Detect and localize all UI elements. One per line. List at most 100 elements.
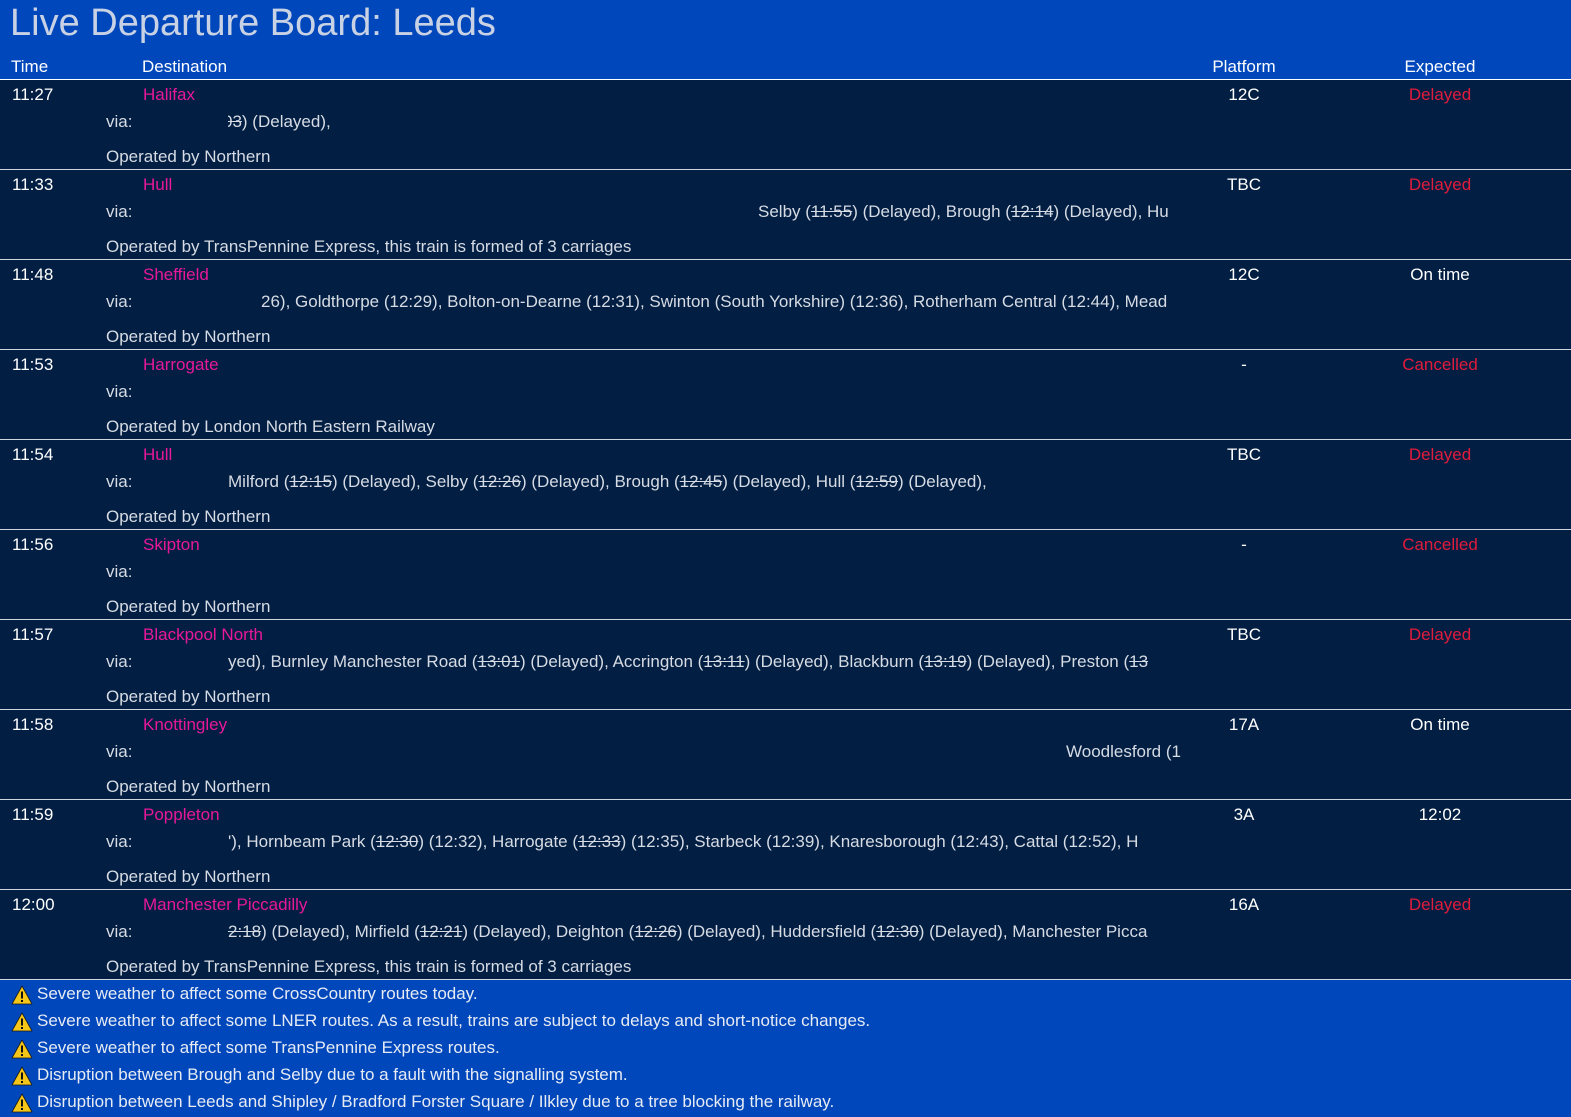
- via-label: via:: [106, 562, 133, 581]
- calling-point-text: Milford (: [228, 472, 290, 491]
- via-ticker: Woodlesford (1: [228, 741, 1190, 763]
- via-ticker: '), Hornbeam Park (12:30) (12:32), Harro…: [228, 831, 1190, 853]
- destination-name: Skipton: [143, 535, 200, 554]
- operator-info: Operated by Northern: [106, 147, 271, 166]
- calling-point-text: ) (Delayed), Accrington (: [520, 652, 704, 671]
- column-header-platform: Platform: [1212, 57, 1276, 76]
- destination-name: Halifax: [143, 85, 195, 104]
- calling-point-text: ) (12:32), Harrogate (: [418, 832, 579, 851]
- calling-points: yed), Burnley Manchester Road (13:01) (D…: [228, 651, 1148, 673]
- platform-number: 3A: [1233, 805, 1255, 824]
- original-time-struck: 12:30: [876, 922, 919, 941]
- platform-number: -: [1241, 355, 1247, 374]
- original-time-struck: 12:26: [478, 472, 521, 491]
- original-time-struck: 13:19: [924, 652, 967, 671]
- original-time-struck: 12:26: [634, 922, 677, 941]
- platform-number: TBC: [1227, 175, 1261, 194]
- calling-points: 26), Goldthorpe (12:29), Bolton-on-Dearn…: [261, 291, 1167, 313]
- calling-point-text: Selby (: [758, 202, 811, 221]
- platform-number: 12C: [1228, 85, 1260, 104]
- calling-point-text: ) (Delayed), Mirfield (: [261, 922, 420, 941]
- alert-text: Disruption between Leeds and Shipley / B…: [37, 1092, 835, 1111]
- destination-name: Knottingley: [143, 715, 228, 734]
- expected-status: On time: [1410, 715, 1470, 734]
- column-header-destination: Destination: [142, 57, 228, 76]
- original-time-struck: 13: [1129, 652, 1149, 671]
- calling-points: Selby (11:55) (Delayed), Brough (12:14) …: [758, 201, 1169, 223]
- platform-number: TBC: [1227, 445, 1261, 464]
- destination-name: Hull: [143, 175, 173, 194]
- original-time-struck: 12:45: [679, 472, 723, 491]
- original-time-struck: 12:30: [375, 832, 419, 851]
- calling-point-text: ) (Delayed), Preston (: [966, 652, 1130, 671]
- departure-row: 11:48 Sheffield 12C On time via: 26), Goldtho…: [0, 260, 1571, 350]
- departure-time: 11:33: [12, 175, 54, 194]
- departure-row: 12:00 Manchester Piccadilly 16A Delayed via:…: [0, 890, 1571, 980]
- original-time-struck: 12:14: [1010, 202, 1054, 221]
- via-ticker: 26), Goldthorpe (12:29), Bolton-on-Dearn…: [228, 291, 1190, 313]
- via-ticker: 03) (Delayed),: [228, 111, 1190, 133]
- alert-text: Disruption between Brough and Selby due …: [37, 1065, 628, 1084]
- calling-point-text: ) (Delayed), Brough (: [852, 202, 1011, 221]
- departure-time: 11:54: [12, 445, 54, 464]
- original-time-struck: 11:55: [810, 202, 853, 221]
- calling-point-text: ) (12:35), Starbeck (12:39), Knaresborou…: [620, 832, 1139, 851]
- via-label: via:: [106, 472, 133, 491]
- platform-number: 16A: [1228, 895, 1260, 914]
- departure-row: 11:33 Hull TBC Delayed via: Selby (11:55) (De…: [0, 170, 1571, 260]
- departure-row: 11:53 Harrogate - Cancelled via: Operated by …: [0, 350, 1571, 440]
- departure-row: 11:57 Blackpool North TBC Delayed via: yed), …: [0, 620, 1571, 710]
- departure-time: 11:59: [12, 805, 54, 824]
- platform-number: -: [1241, 535, 1247, 554]
- alert-item: Disruption between Leeds and Shipley / B…: [0, 1091, 1571, 1117]
- calling-point-text: ) (Delayed),: [241, 112, 331, 131]
- platform-number: 12C: [1228, 265, 1260, 284]
- operator-info: Operated by London North Eastern Railway: [106, 417, 435, 436]
- operator-info: Operated by Northern: [106, 327, 271, 346]
- operator-info: Operated by Northern: [106, 867, 271, 886]
- alert-item: Disruption between Brough and Selby due …: [0, 1064, 1571, 1091]
- original-time-struck: 12:33: [578, 832, 621, 851]
- calling-point-text: ) (Delayed), Brough (: [520, 472, 680, 491]
- operator-info: Operated by Northern: [106, 687, 271, 706]
- board-header: Live Departure Board: Leeds Time Destina…: [0, 0, 1571, 80]
- departure-time: 11:56: [12, 535, 54, 554]
- alert-item: Severe weather to affect some LNER route…: [0, 1010, 1571, 1037]
- warning-icon: [11, 1066, 33, 1086]
- calling-point-text: 26), Goldthorpe (12:29), Bolton-on-Dearn…: [261, 292, 1168, 311]
- calling-points: 2:18) (Delayed), Mirfield (12:21) (Delay…: [228, 921, 1147, 943]
- original-time-struck: 13:01: [477, 652, 520, 671]
- destination-name: Hull: [143, 445, 173, 464]
- original-time-struck: 12:59: [855, 472, 898, 491]
- calling-point-text: '), Hornbeam Park (: [228, 832, 376, 851]
- via-ticker: Selby (11:55) (Delayed), Brough (12:14) …: [228, 201, 1190, 223]
- departure-time: 12:00: [12, 895, 55, 914]
- via-ticker: [228, 561, 1190, 583]
- expected-status: Delayed: [1408, 175, 1472, 194]
- calling-point-text: Woodlesford (1: [1066, 742, 1181, 761]
- original-time-struck: 2:18: [228, 922, 262, 941]
- destination-name: Harrogate: [143, 355, 219, 374]
- calling-points: Milford (12:15) (Delayed), Selby (12:26)…: [228, 471, 987, 493]
- via-label: via:: [106, 652, 133, 671]
- destination-name: Blackpool North: [143, 625, 264, 644]
- page-title: Live Departure Board: Leeds: [10, 2, 496, 44]
- destination-name: Poppleton: [143, 805, 220, 824]
- operator-info: Operated by TransPennine Express, this t…: [106, 957, 632, 976]
- departure-row: 11:27 Halifax 12C Delayed via: 03) (Delayed),…: [0, 80, 1571, 170]
- original-time-struck: 12:15: [289, 472, 332, 491]
- column-header-time: Time: [11, 57, 49, 76]
- platform-number: TBC: [1227, 625, 1261, 644]
- via-label: via:: [106, 292, 133, 311]
- alert-text: Severe weather to affect some LNER route…: [37, 1011, 871, 1030]
- calling-point-text: ) (Delayed), Blackburn (: [744, 652, 925, 671]
- departure-row: 11:59 Poppleton 3A 12:02 via: '), Hornbeam Pa…: [0, 800, 1571, 890]
- warning-icon: [11, 1093, 33, 1113]
- original-time-struck: 13:11: [703, 652, 745, 671]
- via-label: via:: [106, 832, 133, 851]
- expected-status: Delayed: [1408, 625, 1472, 644]
- expected-status: Cancelled: [1402, 355, 1478, 374]
- operator-info: Operated by TransPennine Express, this t…: [106, 237, 632, 256]
- departure-row: 11:58 Knottingley 17A On time via: Woodlesfor…: [0, 710, 1571, 800]
- expected-status: Delayed: [1408, 895, 1472, 914]
